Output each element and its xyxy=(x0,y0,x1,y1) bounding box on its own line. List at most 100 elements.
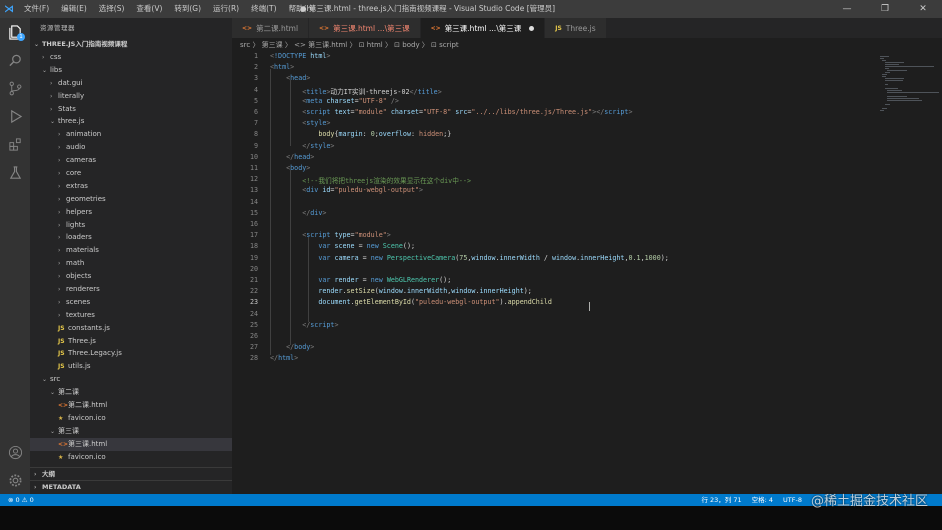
code-line[interactable]: var scene = new Scene(); xyxy=(270,242,415,250)
extensions-icon[interactable] xyxy=(0,130,30,158)
code-line[interactable]: <meta charset="UTF-8" /> xyxy=(270,97,399,105)
menu-file[interactable]: 文件(F) xyxy=(18,0,55,18)
menu-run[interactable]: 运行(R) xyxy=(207,0,245,18)
tree-folder[interactable]: › audio xyxy=(30,141,232,154)
code-line[interactable]: document.getElementById("puledu-webgl-ou… xyxy=(270,298,552,306)
tree-file[interactable]: JS Three.js xyxy=(30,335,232,348)
tree-folder[interactable]: › geometries xyxy=(30,193,232,206)
tree-folder[interactable]: › loaders xyxy=(30,231,232,244)
tree-folder[interactable]: › scenes xyxy=(30,296,232,309)
tree-folder[interactable]: › core xyxy=(30,167,232,180)
breadcrumb[interactable]: src 〉 第三课 〉 <> 第三课.html 〉 ⊡ html 〉 ⊡ bod… xyxy=(232,38,942,52)
tree-folder[interactable]: › renderers xyxy=(30,283,232,296)
tree-folder[interactable]: › objects xyxy=(30,270,232,283)
tree-file[interactable]: ★ favicon.ico xyxy=(30,412,232,425)
tree-folder[interactable]: › lights xyxy=(30,219,232,232)
code-line[interactable]: </div> xyxy=(270,209,326,217)
code-token: body xyxy=(318,130,335,139)
tree-file[interactable]: JS constants.js xyxy=(30,322,232,335)
menu-go[interactable]: 转到(G) xyxy=(168,0,207,18)
tree-item-label: extras xyxy=(66,181,88,190)
unsaved-dot-icon[interactable] xyxy=(529,25,535,31)
tab-lesson2-html[interactable]: <> 第二课.html xyxy=(232,18,310,38)
cursor-position[interactable]: 行 23，列 71 xyxy=(701,494,741,506)
tree-folder[interactable]: › math xyxy=(30,257,232,270)
tree-folder[interactable]: › cameras xyxy=(30,154,232,167)
tree-folder[interactable]: ⌄ libs xyxy=(30,64,232,77)
tree-folder[interactable]: ⌄ 第二课 xyxy=(30,386,232,399)
code-line[interactable]: var camera = new PerspectiveCamera(75,wi… xyxy=(270,253,668,262)
run-debug-icon[interactable] xyxy=(0,102,30,130)
account-icon[interactable] xyxy=(0,438,30,466)
tree-folder[interactable]: › textures xyxy=(30,309,232,322)
tab-three-js[interactable]: JS Three.js xyxy=(545,18,607,38)
tree-folder[interactable]: › materials xyxy=(30,244,232,257)
minimize-button[interactable]: — xyxy=(828,0,866,18)
menu-selection[interactable]: 选择(S) xyxy=(93,0,131,18)
explorer-icon[interactable]: 1 xyxy=(0,18,30,46)
menu-terminal[interactable]: 终端(T) xyxy=(245,0,282,18)
outline-section[interactable]: › 大纲 xyxy=(30,467,232,480)
tab-lesson3-html-active[interactable]: <> 第三课.html ...\第三课 xyxy=(420,18,546,38)
indent-setting[interactable]: 空格: 4 xyxy=(752,494,773,506)
code-line[interactable]: </script> xyxy=(270,321,338,329)
tree-file[interactable]: <>第二课.html xyxy=(30,399,232,412)
menu-view[interactable]: 查看(V) xyxy=(130,0,168,18)
tree-folder[interactable]: › extras xyxy=(30,180,232,193)
tree-item-label: favicon.ico xyxy=(68,452,106,461)
testing-flask-icon[interactable] xyxy=(0,158,30,186)
code-line[interactable]: <title>动力IT实训-threejs-02</title> xyxy=(270,86,442,96)
tree-file[interactable]: JS utils.js xyxy=(30,360,232,373)
code-line[interactable]: render.setSize(window.innerWidth,window.… xyxy=(270,287,531,295)
code-line[interactable]: </style> xyxy=(270,142,334,150)
code-token: render xyxy=(334,276,359,284)
tree-file[interactable]: <>第三课.html xyxy=(30,437,232,451)
settings-gear-icon[interactable] xyxy=(0,466,30,494)
tree-folder[interactable]: › literally xyxy=(30,90,232,103)
tab-lesson3-html-error[interactable]: <> 第三课.html ...\第三课 xyxy=(309,18,421,38)
tree-file[interactable]: JS Three.Legacy.js xyxy=(30,347,232,360)
code-line[interactable]: <body> xyxy=(270,164,310,172)
tree-file[interactable]: ★ favicon.ico xyxy=(30,451,232,464)
tree-folder[interactable]: › helpers xyxy=(30,206,232,219)
close-button[interactable]: ✕ xyxy=(904,0,942,18)
maximize-button[interactable]: ❐ xyxy=(866,0,904,18)
code-token: ). xyxy=(499,298,508,307)
problems-indicator[interactable]: ⊗ 0 ⚠ 0 xyxy=(8,494,34,506)
code-editor[interactable]: 1 <!DOCTYPE html> 2 <html> 3 <head> 4 <title>… xyxy=(232,52,874,494)
code-token: title xyxy=(417,87,438,96)
search-icon[interactable] xyxy=(0,46,30,74)
tree-folder[interactable]: ⌄ 第三课 xyxy=(30,425,232,438)
encoding[interactable]: UTF-8 xyxy=(783,494,802,506)
source-control-icon[interactable] xyxy=(0,74,30,102)
code-line[interactable]: body{margin: 0;overflow: hidden;} xyxy=(270,130,451,138)
code-line[interactable]: <!--我们将把threejs渲染的效果显示在这个div中--> xyxy=(270,175,471,185)
tree-folder[interactable]: › css xyxy=(30,51,232,64)
tree-folder[interactable]: ⌄ src xyxy=(30,373,232,386)
workspace-root[interactable]: ⌄ THREE.JS入门指南视频课程 xyxy=(30,38,232,51)
code-line[interactable]: </body> xyxy=(270,343,314,351)
code-line[interactable]: <div id="puledu-webgl-output"> xyxy=(270,186,423,194)
code-token: new xyxy=(370,253,387,262)
metadata-section[interactable]: › METADATA xyxy=(30,480,232,493)
menu-edit[interactable]: 编辑(E) xyxy=(55,0,93,18)
code-line[interactable]: <!DOCTYPE html> xyxy=(270,52,330,60)
tree-folder[interactable]: › dat.gui xyxy=(30,77,232,90)
tree-item-label: audio xyxy=(66,143,86,152)
code-line[interactable]: </html> xyxy=(270,354,298,362)
tree-folder[interactable]: ⌄ three.js xyxy=(30,115,232,128)
code-token: head xyxy=(290,74,307,83)
minimap[interactable] xyxy=(874,52,942,494)
tree-folder[interactable]: › animation xyxy=(30,128,232,141)
code-line[interactable]: <script type="module"> xyxy=(270,231,391,239)
code-line[interactable]: <script text="module" charset="UTF-8" sr… xyxy=(270,108,632,116)
code-line[interactable]: <html> xyxy=(270,63,294,71)
code-line[interactable]: <head> xyxy=(270,74,310,82)
code-line[interactable]: </head> xyxy=(270,153,314,161)
tree-folder[interactable]: › Stats xyxy=(30,103,232,116)
code-line[interactable]: var render = new WebGLRenderer(); xyxy=(270,276,451,284)
code-line[interactable]: <style> xyxy=(270,119,330,127)
title-bar: ⋊ 文件(F) 编辑(E) 选择(S) 查看(V) 转到(G) 运行(R) 终端… xyxy=(0,0,942,18)
code-token: 1000 xyxy=(644,253,661,262)
